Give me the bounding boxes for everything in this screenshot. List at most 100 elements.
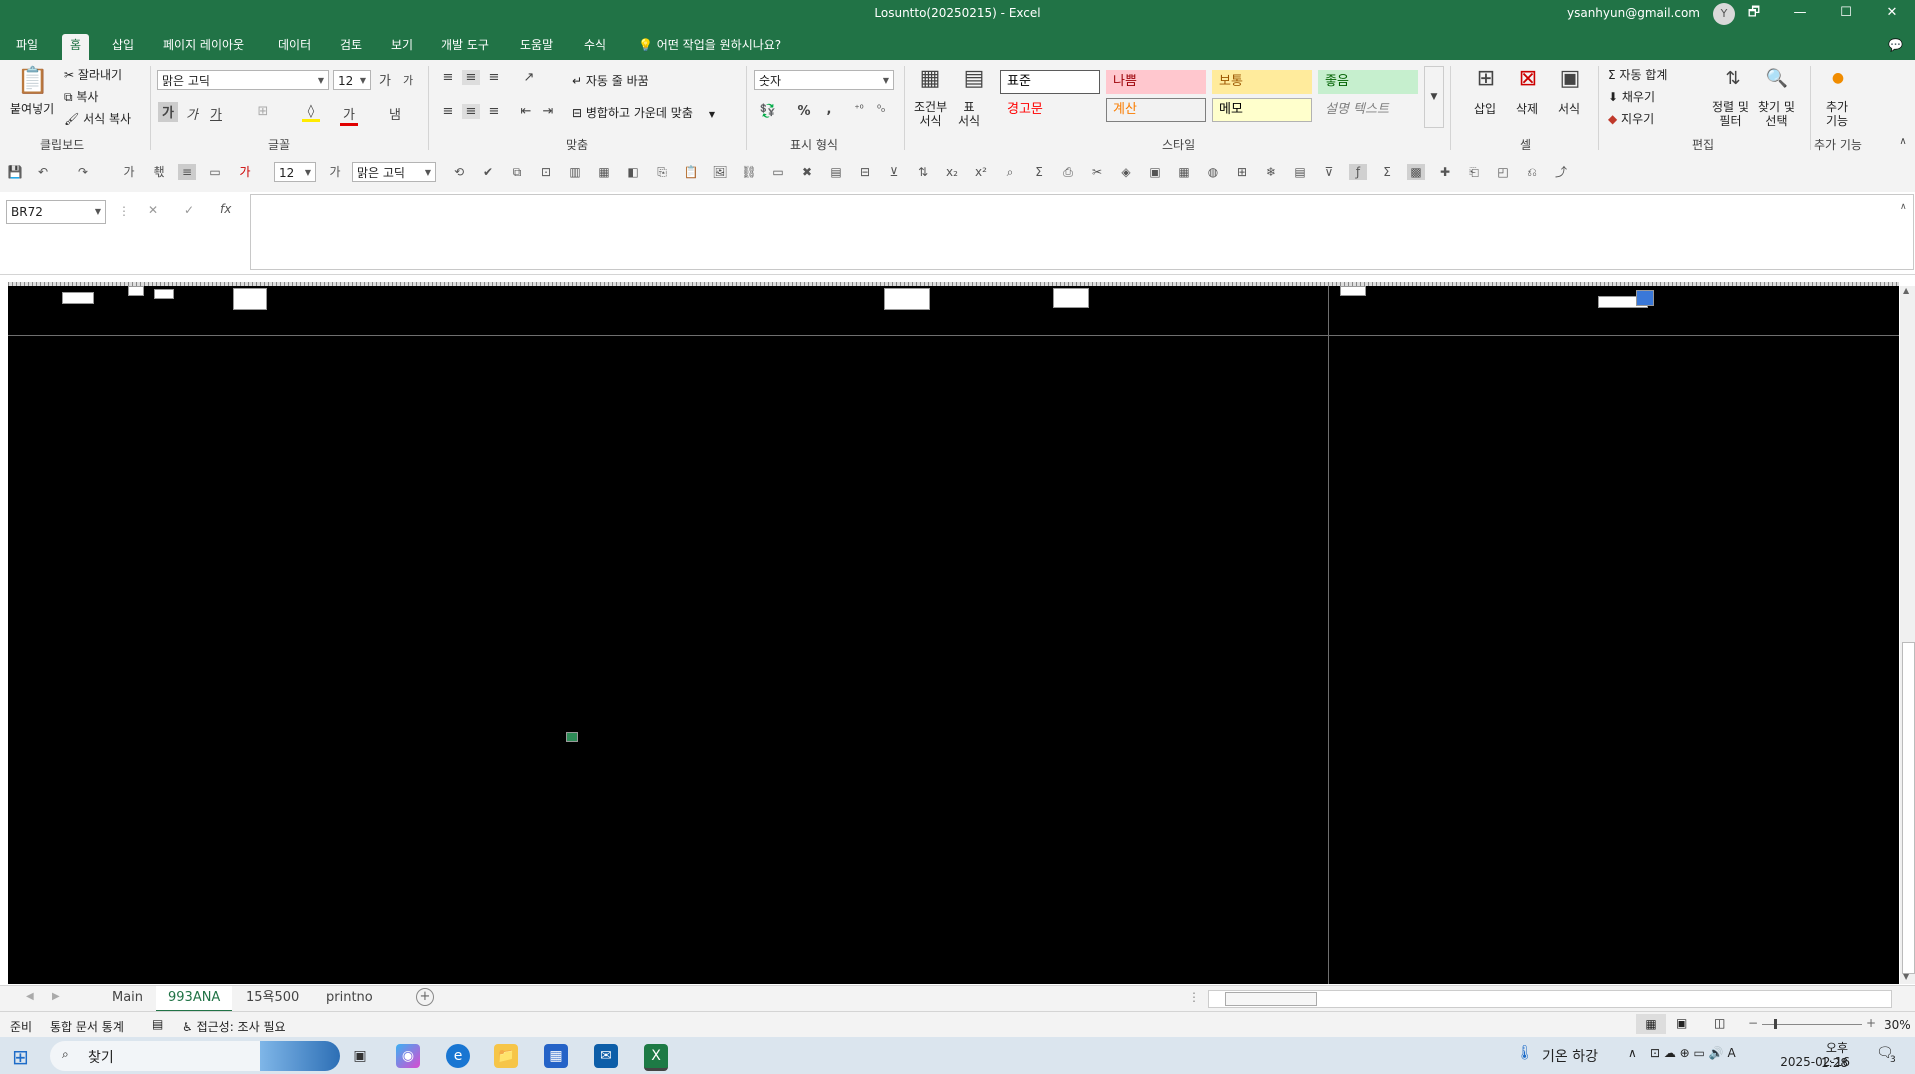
save-as-icon[interactable]: ⎗ xyxy=(1465,164,1483,180)
format-cells-icon[interactable]: ▣ xyxy=(1556,66,1584,91)
align-center-icon[interactable]: ≡ xyxy=(462,104,480,119)
tell-me-search[interactable]: 💡 어떤 작업을 원하시나요? xyxy=(630,34,789,60)
microsoft-store-icon[interactable]: ▦ xyxy=(544,1044,568,1068)
paste-button[interactable]: 붙여넣기 xyxy=(10,100,54,117)
insert-cells-button[interactable]: 삽입 xyxy=(1474,100,1496,117)
prev-sheet-icon[interactable]: ◀ xyxy=(26,991,34,1002)
copy-button[interactable]: ⧉ 복사 xyxy=(64,88,98,105)
account-email[interactable]: ysanhyun@gmail.com xyxy=(1567,6,1700,20)
redo-icon[interactable]: ↷ xyxy=(74,164,92,180)
tab-page-layout[interactable]: 페이지 레이아웃 xyxy=(155,34,252,60)
embedded-object[interactable] xyxy=(1053,288,1089,308)
format-as-table-icon[interactable]: ▤ xyxy=(960,66,988,91)
tray-icons[interactable]: ⊡ ☁ ⊕ ▭ 🔊 A xyxy=(1650,1046,1736,1060)
clear-button[interactable]: ◆ 지우기 xyxy=(1608,110,1654,127)
formula-input[interactable] xyxy=(250,194,1914,270)
zoom-icon[interactable]: ⌕ xyxy=(1001,164,1019,180)
embedded-object[interactable] xyxy=(884,288,930,310)
enter-entry-icon[interactable]: ✓ xyxy=(184,203,194,217)
shape-icon[interactable]: ◧ xyxy=(624,164,642,180)
delete-icon[interactable]: ✖ xyxy=(798,164,816,180)
screenshot-icon[interactable]: ◰ xyxy=(1494,164,1512,180)
comments-icon[interactable]: 💬 xyxy=(1880,34,1911,60)
qat-font-size-select[interactable]: 12 ▼ xyxy=(274,162,316,182)
normal-view-icon[interactable]: ▦ xyxy=(1636,1014,1666,1034)
subscript-icon[interactable]: x₂ xyxy=(943,164,961,180)
tab-file[interactable]: 파일 xyxy=(8,34,46,60)
align-center-qat-icon[interactable]: ≡ xyxy=(178,164,196,180)
autosum-button[interactable]: Σ 자동 합계 xyxy=(1608,66,1667,83)
qat-font-name-select[interactable]: 맑은 고딕 ▼ xyxy=(352,162,436,182)
collapse-ribbon-icon[interactable]: ∧ xyxy=(1896,136,1910,147)
tab-formulas[interactable]: 수식 xyxy=(576,34,614,60)
font-name-select[interactable]: 맑은 고딕 ▼ xyxy=(157,70,329,90)
next-sheet-icon[interactable]: ▶ xyxy=(52,991,60,1002)
filter-icon[interactable]: ⊻ xyxy=(885,164,903,180)
selected-cell[interactable] xyxy=(566,732,578,742)
font-color-button[interactable]: 가 xyxy=(340,104,358,126)
embedded-object[interactable] xyxy=(1636,290,1654,306)
mail-icon[interactable]: ✉ xyxy=(594,1044,618,1068)
strikethrough-icon[interactable]: 쵃 xyxy=(150,164,168,180)
tab-review[interactable]: 검토 xyxy=(332,34,370,60)
header-icon[interactable]: ▤ xyxy=(827,164,845,180)
tab-data[interactable]: 데이터 xyxy=(270,34,319,60)
scroll-up-icon[interactable]: ▲ xyxy=(1903,286,1909,295)
align-bottom-icon[interactable]: ≡ xyxy=(486,70,502,85)
tray-overflow-icon[interactable]: ∧ xyxy=(1628,1046,1637,1060)
fill-icon[interactable]: ◈ xyxy=(1117,164,1135,180)
calculator-icon[interactable]: ▦ xyxy=(1175,164,1193,180)
comma-style-button[interactable]: , xyxy=(822,102,836,117)
align-left-icon[interactable]: ≡ xyxy=(440,104,456,119)
find-select-icon[interactable]: 🔍 xyxy=(1764,68,1790,89)
conditional-formatting-button[interactable]: 조건부 서식 xyxy=(914,100,947,128)
close-button[interactable]: ✕ xyxy=(1869,0,1915,28)
page-layout-view-icon[interactable]: ▣ xyxy=(1676,1016,1687,1030)
paste-icon[interactable]: 📋 xyxy=(16,66,50,96)
sort-filter-icon[interactable]: ⇅ xyxy=(1720,68,1746,89)
insert-function-button[interactable]: fx xyxy=(220,202,231,216)
cell-style-2[interactable]: 나쁨 xyxy=(1106,70,1206,94)
addins-button[interactable]: 추가 기능 xyxy=(1826,100,1848,128)
maximize-button[interactable]: ☐ xyxy=(1823,0,1869,28)
copilot-icon[interactable]: ◉ xyxy=(396,1044,420,1068)
embedded-object[interactable] xyxy=(62,292,94,304)
tab-split-handle[interactable]: ⋮ xyxy=(1188,990,1200,1004)
sheet-tab-printno[interactable]: printno xyxy=(314,986,385,1010)
increase-decimal-icon[interactable]: ⁺⁰ xyxy=(850,104,868,115)
sheet-tab-15욕500[interactable]: 15욕500 xyxy=(234,986,311,1010)
weather-icon[interactable]: 🌡 xyxy=(1516,1045,1534,1061)
embedded-object[interactable] xyxy=(1340,286,1366,296)
increase-indent-icon[interactable]: ⇥ xyxy=(540,104,556,119)
paint-icon[interactable]: ◍ xyxy=(1204,164,1222,180)
tab-insert[interactable]: 삽입 xyxy=(104,34,142,60)
format-painter-button[interactable]: 🖌 서식 복사 xyxy=(64,110,131,127)
grow-font-qat-icon[interactable]: 가 xyxy=(326,164,344,180)
cell-style-3[interactable]: 보통 xyxy=(1212,70,1312,94)
sheet-tab-main[interactable]: Main xyxy=(100,986,155,1010)
file-explorer-icon[interactable]: 📁 xyxy=(494,1044,518,1068)
tab-view[interactable]: 보기 xyxy=(383,34,421,60)
cell-style-7[interactable]: 메모 xyxy=(1212,98,1312,122)
embedded-object[interactable] xyxy=(233,288,267,310)
link-icon[interactable]: ⛓ xyxy=(740,164,758,180)
accessibility-status[interactable]: ♿ 접근성: 조사 필요 xyxy=(182,1018,286,1035)
decrease-decimal-icon[interactable]: ⁰₀ xyxy=(872,104,890,115)
clipboard-icon[interactable]: ▣ xyxy=(1146,164,1164,180)
grow-font-icon[interactable]: 가 xyxy=(120,164,138,180)
function-icon[interactable]: ƒ xyxy=(1349,164,1367,180)
format-as-table-button[interactable]: 표 서식 xyxy=(958,100,980,128)
checkmark-icon[interactable]: ✔ xyxy=(479,164,497,180)
zoom-slider-thumb[interactable] xyxy=(1774,1019,1777,1029)
more-options-icon[interactable]: ⋮ xyxy=(118,204,130,218)
grid-icon[interactable]: ▤ xyxy=(1291,164,1309,180)
number-format-select[interactable]: 숫자 ▼ xyxy=(754,70,894,90)
name-box[interactable]: BR72 ▼ xyxy=(6,200,106,224)
orientation-icon[interactable]: ↗ xyxy=(518,70,540,85)
sheet-tab-993ana[interactable]: 993ANA xyxy=(156,986,233,1012)
new-icon[interactable]: ✚ xyxy=(1436,164,1454,180)
edge-browser-icon[interactable]: e xyxy=(446,1044,470,1068)
sum-icon[interactable]: Σ xyxy=(1030,164,1048,180)
tab-help[interactable]: 도움말 xyxy=(512,34,561,60)
horizontal-scrollbar[interactable] xyxy=(1208,990,1892,1008)
